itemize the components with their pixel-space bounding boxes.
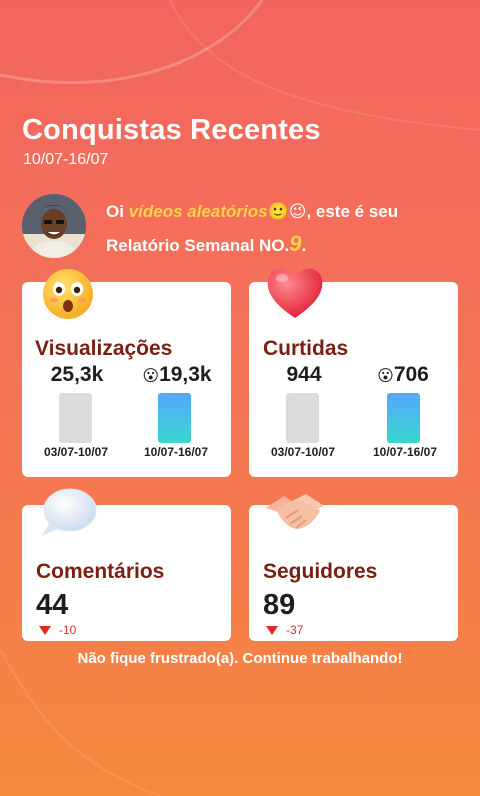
likes-prev-label: 03/07-10/07 (270, 445, 336, 459)
likes-title: Curtidas (263, 337, 349, 360)
followers-delta: -37 (266, 623, 303, 637)
report-number: 9 (289, 231, 302, 256)
views-curr-bar (158, 393, 191, 443)
comments-delta: -10 (39, 623, 76, 637)
down-arrow-icon (266, 626, 278, 635)
views-prev-bar (59, 393, 92, 443)
comments-title: Comentários (36, 560, 165, 583)
likes-curr-label: 10/07-16/07 (372, 445, 438, 459)
views-curr-label: 10/07-16/07 (143, 445, 209, 459)
encouragement-message: Não fique frustrado(a). Continue trabalh… (77, 650, 403, 667)
comments-value: 44 (36, 589, 69, 621)
weekly-report-greeting: Oi vídeos aleatórios🙂😉, este é seu Relat… (106, 196, 436, 261)
likes-prev-bar (286, 393, 319, 443)
followers-value: 89 (263, 589, 296, 621)
greeting-suffix: . (301, 236, 307, 255)
page-title: Conquistas Recentes (22, 114, 321, 146)
down-arrow-icon (39, 626, 51, 635)
followers-title: Seguidores (263, 560, 378, 583)
views-prev-label: 03/07-10/07 (43, 445, 109, 459)
surprised-face-icon (43, 269, 93, 319)
surprised-emoji-icon: 😮 (142, 366, 160, 385)
greeting-username: vídeos aleatórios (128, 202, 268, 221)
likes-curr-value: 😮706 (377, 363, 429, 386)
speech-bubble-icon (42, 488, 97, 536)
date-range: 10/07-16/07 (23, 151, 109, 168)
likes-curr-bar (387, 393, 420, 443)
avatar[interactable] (22, 194, 86, 258)
surprised-emoji-icon: 😮 (377, 366, 394, 385)
views-curr-value: 😮19,3k (142, 363, 212, 386)
views-prev-value: 25,3k (50, 363, 104, 386)
handshake-icon (266, 494, 324, 529)
greeting-emojis: 🙂😉 (267, 202, 307, 222)
heart-icon (267, 268, 323, 318)
greeting-prefix: Oi (106, 202, 129, 221)
views-title: Visualizações (35, 337, 173, 360)
likes-prev-value: 944 (286, 363, 322, 386)
